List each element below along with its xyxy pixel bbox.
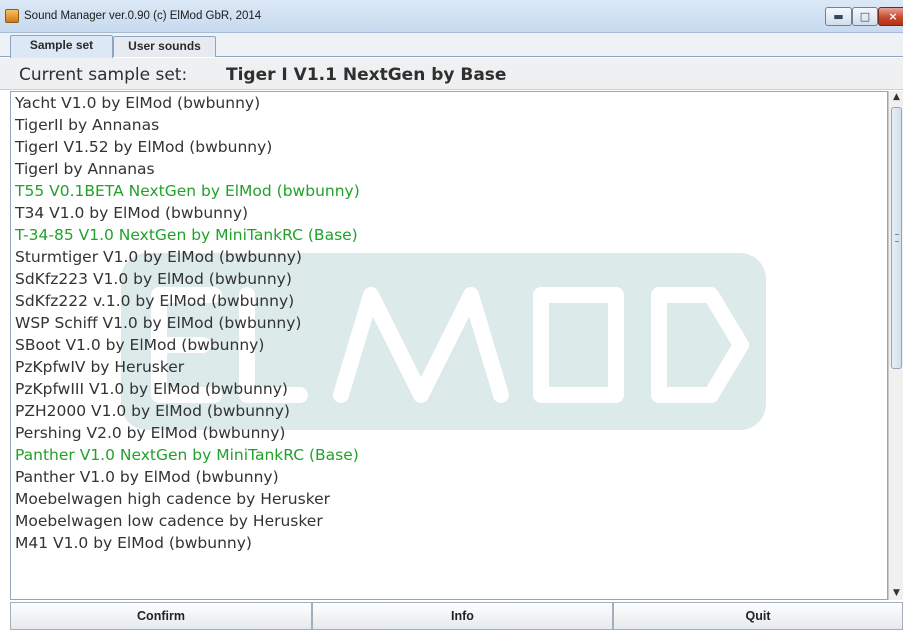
quit-button[interactable]: Quit: [613, 602, 903, 630]
list-item-sdkfz222[interactable]: SdKfz222 v.1.0 by ElMod (bwbunny): [15, 290, 294, 312]
java-icon: [5, 9, 19, 23]
vertical-scrollbar[interactable]: ▲ ▼: [888, 91, 903, 600]
sample-set-list[interactable]: Yacht V1.0 by ElMod (bwbunny) TigerII by…: [10, 91, 888, 600]
list-item-panther-nextgen[interactable]: Panther V1.0 NextGen by MiniTankRC (Base…: [15, 444, 359, 466]
list-item-tigerii-annanas[interactable]: TigerII by Annanas: [15, 114, 159, 136]
list-item-moebelwagen-low[interactable]: Moebelwagen low cadence by Herusker: [15, 510, 323, 532]
current-sample-set-label: Current sample set:: [19, 65, 188, 85]
list-item-pzkpfwiii[interactable]: PzKpfwIII V1.0 by ElMod (bwbunny): [15, 378, 288, 400]
list-item-pershing[interactable]: Pershing V2.0 by ElMod (bwbunny): [15, 422, 285, 444]
list-item-wsp-schiff[interactable]: WSP Schiff V1.0 by ElMod (bwbunny): [15, 312, 301, 334]
scrollbar-thumb[interactable]: [891, 107, 902, 369]
list-item-pzh2000[interactable]: PZH2000 V1.0 by ElMod (bwbunny): [15, 400, 290, 422]
list-item-t55[interactable]: T55 V0.1BETA NextGen by ElMod (bwbunny): [15, 180, 360, 202]
list-item-tigeri-annanas[interactable]: TigerI by Annanas: [15, 158, 155, 180]
list-item-tigeri-elmod[interactable]: TigerI V1.52 by ElMod (bwbunny): [15, 136, 272, 158]
scrollbar-grip-icon: [895, 234, 899, 242]
maximize-button[interactable]: □: [852, 7, 878, 26]
confirm-button[interactable]: Confirm: [10, 602, 312, 630]
list-item-yacht[interactable]: Yacht V1.0 by ElMod (bwbunny): [15, 92, 260, 114]
current-sample-set-header: Current sample set: Tiger I V1.1 NextGen…: [0, 58, 903, 90]
list-item-sdkfz223[interactable]: SdKfz223 V1.0 by ElMod (bwbunny): [15, 268, 292, 290]
list-item-panther-elmod[interactable]: Panther V1.0 by ElMod (bwbunny): [15, 466, 279, 488]
close-button[interactable]: ×: [878, 7, 903, 26]
window-title-bar: Sound Manager ver.0.90 (c) ElMod GbR, 20…: [0, 0, 903, 33]
tab-user-sounds[interactable]: User sounds: [113, 36, 216, 57]
list-item-m41[interactable]: M41 V1.0 by ElMod (bwbunny): [15, 532, 252, 554]
scroll-down-arrow-icon[interactable]: ▼: [891, 587, 902, 600]
list-item-t34[interactable]: T34 V1.0 by ElMod (bwbunny): [15, 202, 248, 224]
action-button-row: Confirm Info Quit: [10, 600, 903, 632]
info-button[interactable]: Info: [312, 602, 613, 630]
window-title: Sound Manager ver.0.90 (c) ElMod GbR, 20…: [24, 10, 262, 22]
tab-sample-set[interactable]: Sample set: [10, 35, 113, 58]
minimize-button[interactable]: ▬: [825, 7, 852, 26]
list-item-t34-85[interactable]: T-34-85 V1.0 NextGen by MiniTankRC (Base…: [15, 224, 358, 246]
list-item-sturmtiger[interactable]: Sturmtiger V1.0 by ElMod (bwbunny): [15, 246, 302, 268]
current-sample-set-value: Tiger I V1.1 NextGen by Base: [226, 65, 507, 85]
list-item-pzkpfwiv[interactable]: PzKpfwIV by Herusker: [15, 356, 184, 378]
list-item-sboot[interactable]: SBoot V1.0 by ElMod (bwbunny): [15, 334, 264, 356]
scroll-up-arrow-icon[interactable]: ▲: [891, 91, 902, 104]
tab-strip: Sample set User sounds: [0, 33, 903, 58]
list-item-moebelwagen-high[interactable]: Moebelwagen high cadence by Herusker: [15, 488, 330, 510]
